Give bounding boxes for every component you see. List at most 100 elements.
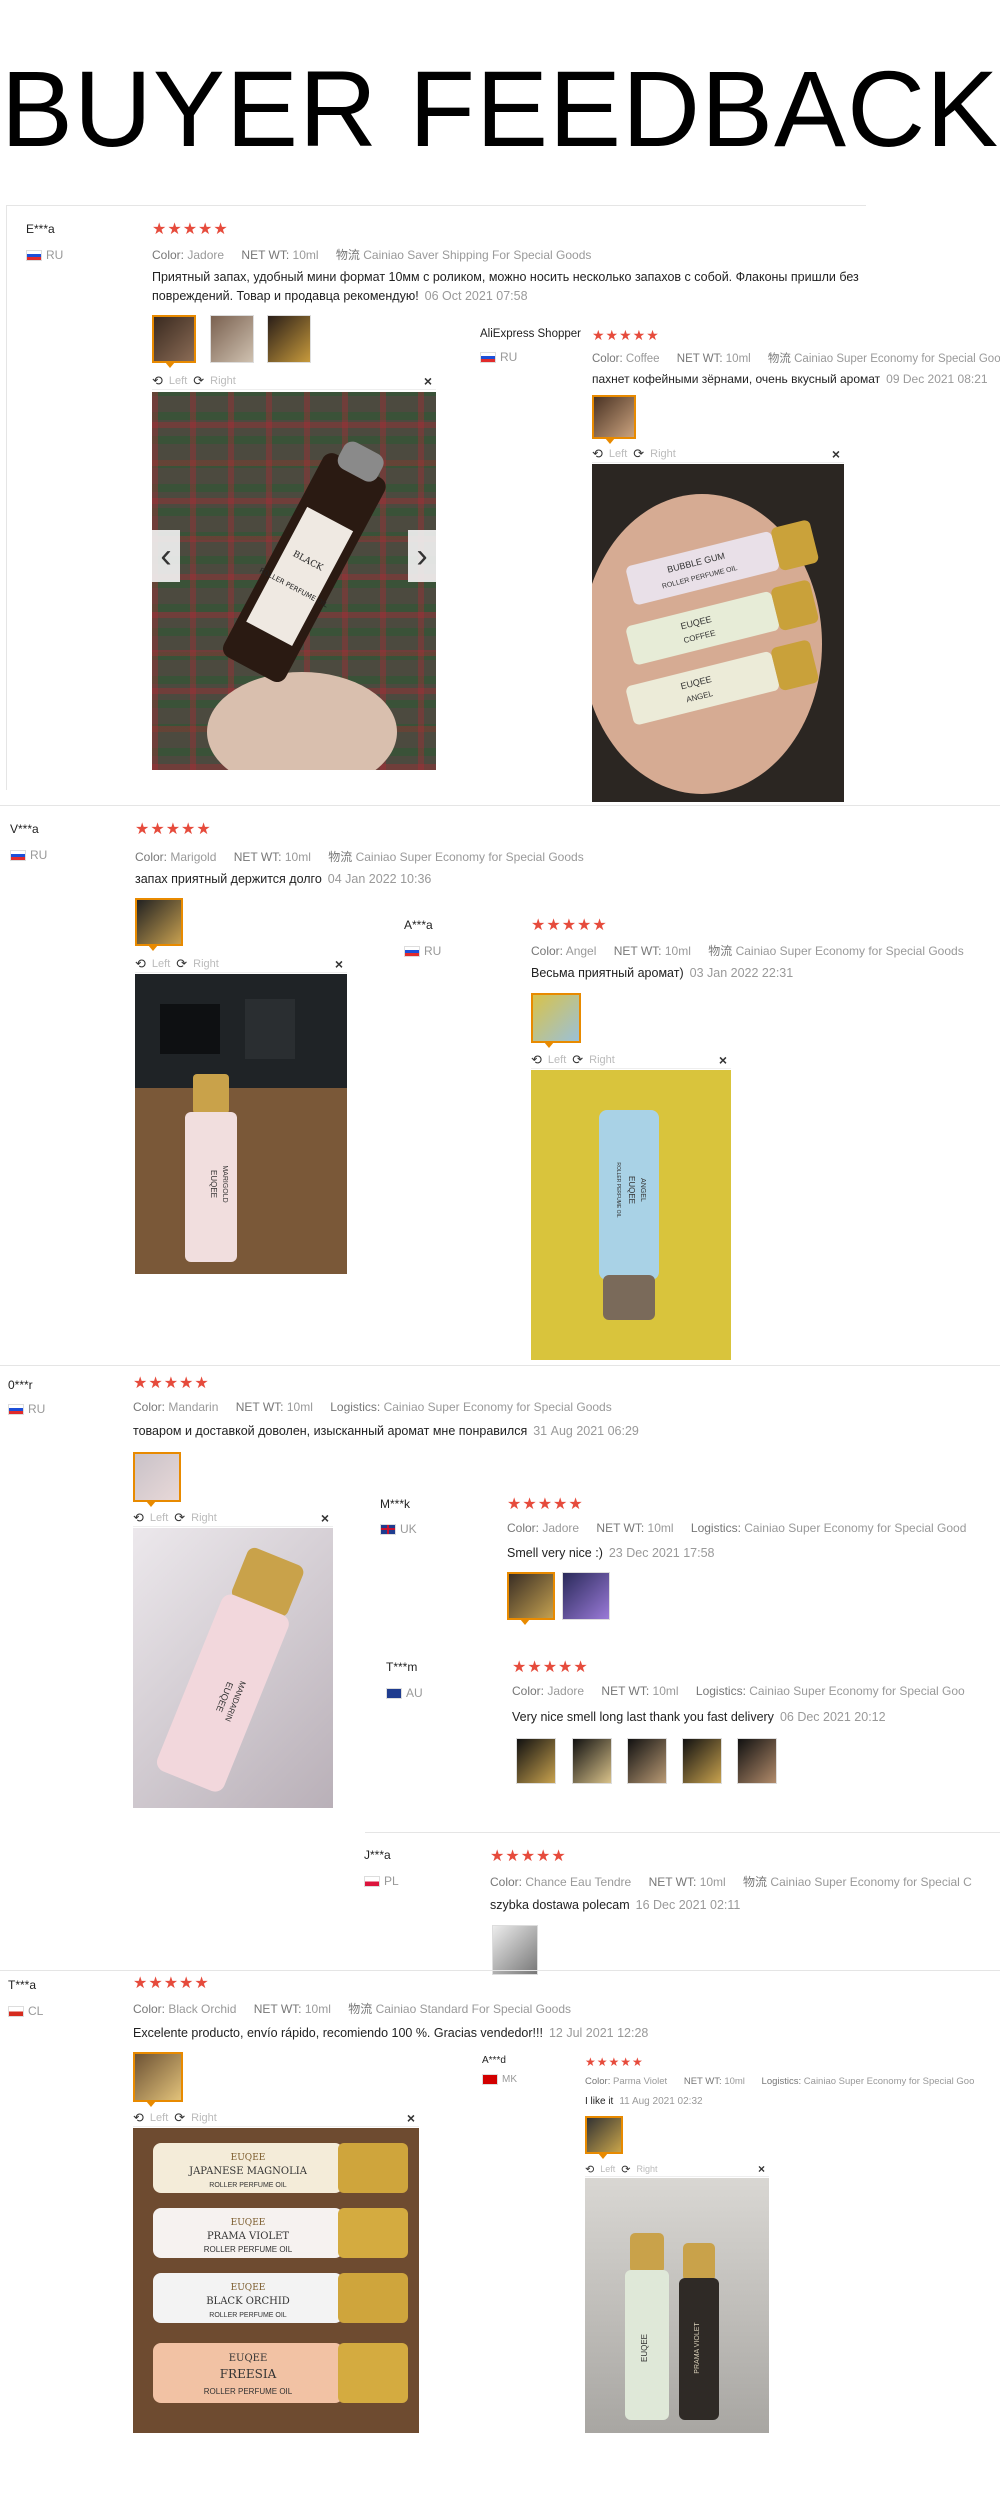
svg-text:FREESIA: FREESIA <box>220 2367 277 2381</box>
country-code: RU <box>500 350 518 364</box>
next-photo-button[interactable]: › <box>408 530 436 582</box>
close-icon[interactable]: × <box>335 956 343 972</box>
chile-flag-icon <box>8 2005 24 2017</box>
rotate-left-icon[interactable]: ⟲ <box>592 446 603 462</box>
svg-text:BLACK ORCHID: BLACK ORCHID <box>206 2296 290 2307</box>
review-text: запах приятный держится долго 04 Jan 2022… <box>135 872 432 886</box>
review-photo: EUQEE MARIGOLD <box>135 974 347 1274</box>
review-photo-thumbnail[interactable] <box>210 315 254 363</box>
rotate-right-icon[interactable]: ⟳ <box>572 1052 583 1068</box>
review-text: I like it 11 Aug 2021 02:32 <box>585 2096 703 2107</box>
review-photo-thumbnail[interactable] <box>133 1452 181 1507</box>
review-meta: Color: Mandarin NET WT: 10ml Logistics: … <box>133 1400 612 1414</box>
rotate-right-label[interactable]: Right <box>191 2112 217 2124</box>
review-photo-thumbnail[interactable] <box>492 1925 538 1975</box>
svg-text:EUQEE: EUQEE <box>640 2334 649 2362</box>
russia-flag-icon <box>26 249 42 261</box>
review-photo-thumbnail[interactable] <box>682 1738 722 1784</box>
review-photo-thumbnail[interactable] <box>516 1738 556 1784</box>
rotate-left-icon[interactable]: ⟲ <box>133 2110 144 2126</box>
reviewer-name: A***a <box>404 918 433 932</box>
review-photo-thumbnail[interactable] <box>627 1738 667 1784</box>
rotate-left-label[interactable]: Left <box>150 1512 168 1524</box>
reviewer-country: PL <box>364 1874 399 1888</box>
review-photo-thumbnail[interactable] <box>133 2052 183 2107</box>
review-photo-thumbnail[interactable] <box>507 1572 555 1625</box>
rotate-right-label[interactable]: Right <box>650 448 676 460</box>
reviewer-name: J***a <box>364 1848 391 1862</box>
rotate-right-label[interactable]: Right <box>589 1054 615 1066</box>
rotate-right-icon[interactable]: ⟳ <box>621 2163 630 2176</box>
review-photo: EUQEE PRAMA VIOLET <box>585 2178 769 2433</box>
close-icon[interactable]: × <box>407 2110 415 2126</box>
perfume-bottle-photo: BLACK ROLLER PERFUME OIL <box>207 441 397 770</box>
rotate-right-icon[interactable]: ⟳ <box>193 373 204 389</box>
close-icon[interactable]: × <box>758 2162 765 2176</box>
svg-text:ROLLER PERFUME OIL: ROLLER PERFUME OIL <box>209 2182 287 2189</box>
rotate-left-label[interactable]: Left <box>152 958 170 970</box>
rotate-left-label[interactable]: Left <box>169 375 187 387</box>
review-photo-thumbnail[interactable] <box>592 395 636 444</box>
rotate-right-label[interactable]: Right <box>210 375 236 387</box>
rotate-left-label[interactable]: Left <box>609 448 627 460</box>
review-text: Smell very nice :) 23 Dec 2021 17:58 <box>507 1546 715 1560</box>
star-rating: ★★★★★ <box>490 1848 567 1865</box>
review-text: товаром и доставкой доволен, изысканный … <box>133 1424 639 1438</box>
svg-text:EUQEE: EUQEE <box>231 2153 266 2163</box>
divider <box>0 1970 1000 1971</box>
rotate-left-label[interactable]: Left <box>548 1054 566 1066</box>
rotate-right-label[interactable]: Right <box>636 2164 657 2174</box>
rotate-right-icon[interactable]: ⟳ <box>176 956 187 972</box>
review-meta: Color: Coffee NET WT: 10ml 物流 Cainiao Su… <box>592 353 1000 365</box>
reviewer-name: V***a <box>10 822 39 836</box>
close-icon[interactable]: × <box>321 1510 329 1526</box>
photo-viewer-toolbar: ⟲ Left ⟳ Right × <box>133 2110 419 2127</box>
rotate-right-label[interactable]: Right <box>193 958 219 970</box>
reviewer-country: MK <box>482 2074 517 2085</box>
review-photo-thumbnail[interactable] <box>267 315 311 363</box>
perfume-bottles-photo: EUQEE PRAMA VIOLET <box>625 2233 719 2420</box>
photo-viewer-toolbar: ⟲ Left ⟳ Right × <box>592 446 844 463</box>
rotate-right-icon[interactable]: ⟳ <box>633 446 644 462</box>
rotate-left-icon[interactable]: ⟲ <box>585 2163 594 2176</box>
review-photo-thumbnail[interactable] <box>572 1738 612 1784</box>
rotate-left-label[interactable]: Left <box>150 2112 168 2124</box>
previous-photo-button[interactable]: ‹ <box>152 530 180 582</box>
review-photo-thumbnail[interactable] <box>152 315 196 368</box>
svg-text:EUQEE: EUQEE <box>627 1176 636 1204</box>
rotate-left-icon[interactable]: ⟲ <box>152 373 163 389</box>
country-code: PL <box>384 1874 399 1888</box>
close-icon[interactable]: × <box>719 1052 727 1068</box>
review-photo-thumbnail[interactable] <box>585 2116 623 2159</box>
review-photo-thumbnail[interactable] <box>562 1572 610 1620</box>
review-photo-thumbnail[interactable] <box>531 993 581 1048</box>
russia-flag-icon <box>480 351 496 363</box>
divider <box>365 1832 1000 1833</box>
svg-text:EUQEE: EUQEE <box>209 1170 218 1198</box>
star-rating: ★★★★★ <box>512 1659 589 1676</box>
close-icon[interactable]: × <box>832 446 840 462</box>
star-rating: ★★★★★ <box>585 2055 644 2069</box>
review-text: пахнет кофейными зёрнами, очень вкусный … <box>592 372 988 386</box>
rotate-right-icon[interactable]: ⟳ <box>174 1510 185 1526</box>
svg-text:ROLLER PERFUME OIL: ROLLER PERFUME OIL <box>204 2387 293 2396</box>
close-icon[interactable]: × <box>424 373 432 389</box>
rotate-left-icon[interactable]: ⟲ <box>133 1510 144 1526</box>
rotate-right-label[interactable]: Right <box>191 1512 217 1524</box>
svg-text:ROLLER PERFUME OIL: ROLLER PERFUME OIL <box>204 2245 293 2254</box>
rotate-left-label[interactable]: Left <box>600 2164 615 2174</box>
rotate-right-icon[interactable]: ⟳ <box>174 2110 185 2126</box>
country-code: UK <box>400 1522 417 1536</box>
rotate-left-icon[interactable]: ⟲ <box>135 956 146 972</box>
country-code: RU <box>30 848 48 862</box>
review-meta: Color: Chance Eau Tendre NET WT: 10ml 物流… <box>490 1875 972 1889</box>
star-rating: ★★★★★ <box>135 821 212 838</box>
country-code: RU <box>28 1402 46 1416</box>
star-rating: ★★★★★ <box>592 327 660 343</box>
svg-text:EUQEE: EUQEE <box>231 2283 266 2293</box>
reviewer-country: RU <box>404 944 441 958</box>
review-photo-thumbnail[interactable] <box>135 898 183 951</box>
rotate-left-icon[interactable]: ⟲ <box>531 1052 542 1068</box>
review-photo-thumbnail[interactable] <box>737 1738 777 1784</box>
svg-text:PRAMA VIOLET: PRAMA VIOLET <box>694 2322 701 2374</box>
